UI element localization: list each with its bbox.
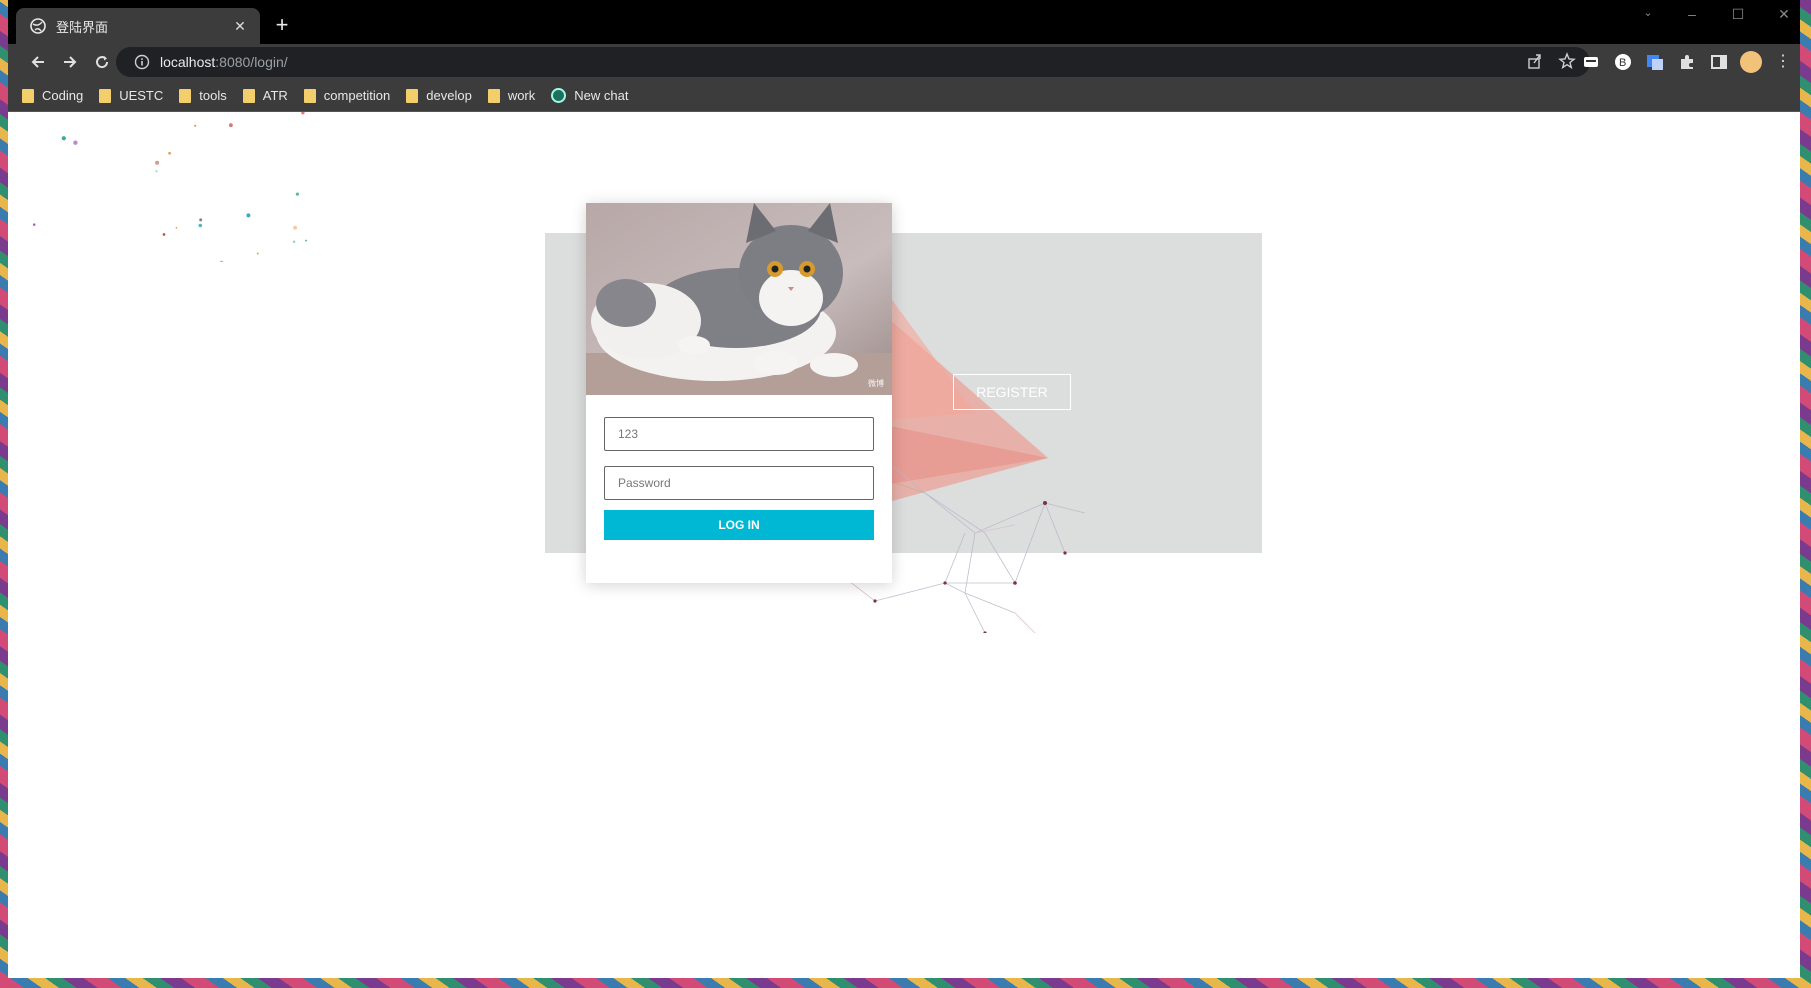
particle-dot bbox=[256, 252, 259, 255]
omnibox-actions bbox=[1526, 52, 1576, 70]
maximize-button[interactable]: ☐ bbox=[1728, 6, 1748, 23]
particle-dot bbox=[293, 225, 298, 230]
bookmark-work[interactable]: work bbox=[487, 88, 535, 103]
folder-icon bbox=[99, 88, 112, 103]
login-button[interactable]: LOG IN bbox=[604, 510, 874, 540]
minimize-button[interactable]: – bbox=[1682, 6, 1702, 22]
profile-avatar[interactable] bbox=[1740, 51, 1762, 73]
bookmark-atr[interactable]: ATR bbox=[242, 88, 288, 103]
cat-photo: 微博 bbox=[586, 203, 892, 395]
browser-window: 登陆界面 ✕ + ⌄ – ☐ ✕ localhost:8080/login/ B… bbox=[8, 0, 1800, 978]
particle-dot bbox=[246, 213, 251, 218]
password-input[interactable] bbox=[604, 466, 874, 500]
particle-dot bbox=[155, 160, 160, 165]
particle-dot bbox=[295, 192, 300, 196]
particle-dot bbox=[304, 239, 308, 242]
address-bar[interactable]: localhost:8080/login/ bbox=[116, 47, 1590, 77]
star-icon[interactable] bbox=[1558, 52, 1576, 70]
side-panel-icon[interactable] bbox=[1710, 53, 1728, 71]
particle-dot bbox=[199, 218, 203, 222]
browser-toolbar: localhost:8080/login/ B ⋮ bbox=[8, 44, 1800, 80]
photo-watermark: 微博 bbox=[868, 379, 884, 388]
puzzle-icon[interactable] bbox=[1678, 53, 1696, 71]
forward-button[interactable] bbox=[54, 46, 86, 78]
particle-dot bbox=[32, 223, 36, 226]
svg-text:B: B bbox=[1619, 57, 1626, 69]
google-translate-icon[interactable] bbox=[1646, 53, 1664, 71]
particle-dot bbox=[301, 112, 305, 115]
globe-icon bbox=[30, 18, 46, 34]
bookmark-tools[interactable]: tools bbox=[179, 88, 227, 103]
particle-dot bbox=[292, 240, 296, 243]
tab-close-icon[interactable]: ✕ bbox=[232, 18, 248, 34]
bookmark-new-chat[interactable]: New chat bbox=[551, 88, 628, 103]
share-icon[interactable] bbox=[1526, 52, 1544, 70]
back-button[interactable] bbox=[22, 46, 54, 78]
menu-kebab-icon[interactable]: ⋮ bbox=[1774, 53, 1792, 71]
particle-dot bbox=[175, 226, 178, 229]
extension-icon[interactable] bbox=[1582, 53, 1600, 71]
folder-icon bbox=[179, 88, 192, 103]
login-card: 微博 LOG IN bbox=[586, 203, 892, 583]
particle-dot bbox=[73, 140, 78, 145]
folder-icon bbox=[303, 88, 316, 103]
folder-icon bbox=[22, 88, 34, 103]
particle-dot bbox=[219, 260, 224, 262]
arrow-right-icon bbox=[64, 56, 77, 68]
tab-bar: 登陆界面 ✕ + ⌄ – ☐ ✕ bbox=[8, 0, 1800, 44]
bookmarks-bar: Coding UESTC tools ATR competition devel… bbox=[8, 80, 1800, 112]
window-close-button[interactable]: ✕ bbox=[1774, 6, 1794, 23]
particle-dot bbox=[162, 233, 166, 236]
username-input[interactable] bbox=[604, 417, 874, 451]
tab-search-icon[interactable]: ⌄ bbox=[1638, 6, 1658, 19]
info-icon[interactable] bbox=[134, 54, 150, 70]
translate-extension-icon[interactable]: B bbox=[1614, 53, 1632, 71]
particle-dot bbox=[198, 223, 203, 228]
new-tab-button[interactable]: + bbox=[270, 14, 294, 38]
chatgpt-icon bbox=[551, 88, 567, 103]
bookmark-develop[interactable]: develop bbox=[406, 88, 472, 103]
bookmark-competition[interactable]: competition bbox=[303, 88, 390, 103]
reload-button[interactable] bbox=[86, 46, 118, 78]
particle-background bbox=[32, 112, 308, 262]
reload-icon bbox=[96, 56, 109, 69]
register-button[interactable]: REGISTER bbox=[953, 374, 1071, 410]
particle-dot bbox=[228, 123, 233, 128]
bookmark-uestc[interactable]: UESTC bbox=[99, 88, 163, 103]
particle-dot bbox=[155, 170, 158, 173]
particle-dot bbox=[61, 136, 66, 141]
particle-dot bbox=[194, 124, 197, 127]
folder-icon bbox=[242, 88, 255, 103]
particle-dot bbox=[168, 151, 171, 155]
browser-tab[interactable]: 登陆界面 ✕ bbox=[16, 8, 260, 44]
url-text[interactable]: localhost:8080/login/ bbox=[160, 54, 288, 70]
login-page: REGISTER 微博 123 LOG IN bbox=[8, 112, 1800, 978]
folder-icon bbox=[406, 88, 419, 103]
bookmark-coding[interactable]: Coding bbox=[22, 88, 83, 103]
tab-title: 登陆界面 bbox=[56, 19, 109, 35]
folder-icon bbox=[487, 88, 500, 103]
arrow-left-icon bbox=[31, 56, 44, 68]
